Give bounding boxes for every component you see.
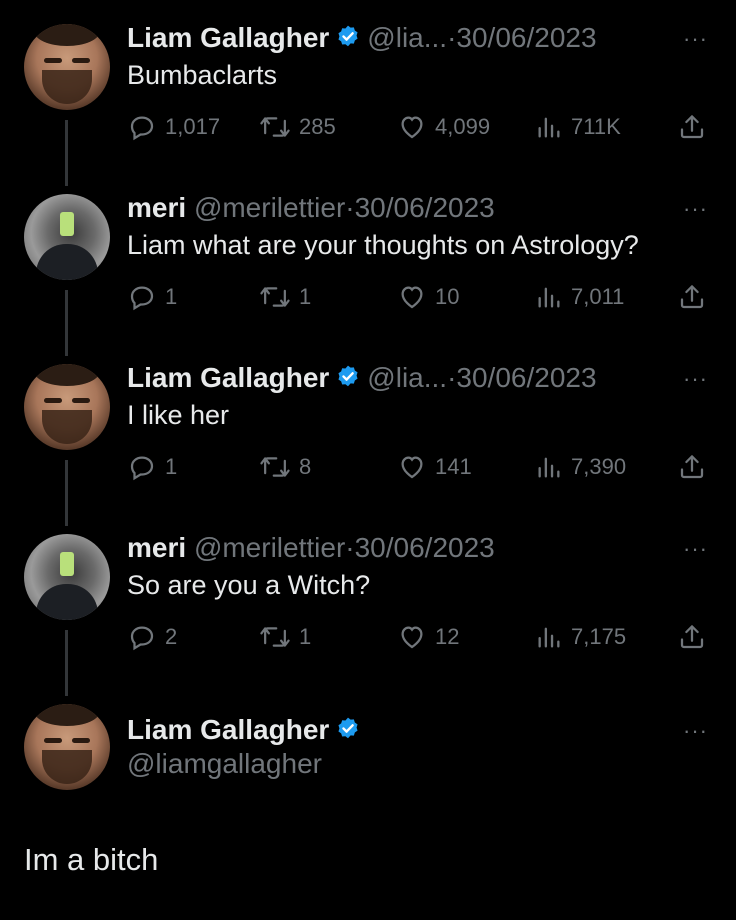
retweet-count: 1 bbox=[299, 284, 312, 309]
separator: · bbox=[345, 532, 355, 563]
retweet-button[interactable]: 8 bbox=[259, 452, 311, 482]
reply-icon bbox=[130, 456, 154, 481]
author-handle[interactable]: @liamgallagher bbox=[127, 748, 322, 779]
avatar[interactable] bbox=[24, 704, 110, 790]
tweet-text: Bumbaclarts bbox=[127, 60, 278, 90]
retweet-button[interactable]: 1 bbox=[259, 622, 311, 652]
views-button[interactable]: 7,175 bbox=[535, 622, 626, 652]
retweet-count: 285 bbox=[299, 114, 336, 139]
retweet-icon bbox=[260, 627, 290, 647]
share-icon bbox=[680, 455, 704, 479]
tweet-date[interactable]: 30/06/2023 bbox=[355, 192, 495, 223]
like-count: 141 bbox=[435, 454, 472, 479]
tweet[interactable]: meri @merilettier·30/06/2023 ··· So are … bbox=[0, 510, 736, 680]
main-tweet-text: Im a bitch bbox=[24, 842, 159, 877]
avatar[interactable] bbox=[24, 194, 110, 280]
author-handle[interactable]: @lia... bbox=[367, 362, 447, 393]
views-icon bbox=[538, 627, 560, 648]
like-count: 4,099 bbox=[435, 114, 491, 139]
like-count: 10 bbox=[435, 284, 460, 309]
avatar[interactable] bbox=[24, 534, 110, 620]
verified-badge-icon bbox=[335, 24, 361, 57]
views-button[interactable]: 7,011 bbox=[535, 282, 624, 312]
retweet-count: 8 bbox=[299, 454, 312, 479]
share-button[interactable] bbox=[677, 282, 707, 312]
author-handle[interactable]: @merilettier bbox=[194, 532, 345, 563]
more-icon[interactable]: ··· bbox=[683, 718, 708, 744]
tweet-date[interactable]: 30/06/2023 bbox=[355, 532, 495, 563]
more-icon[interactable]: ··· bbox=[683, 26, 708, 52]
like-button[interactable]: 10 bbox=[397, 282, 459, 312]
views-count: 7,175 bbox=[571, 624, 627, 649]
reply-count: 2 bbox=[165, 624, 178, 649]
views-button[interactable]: 7,390 bbox=[535, 452, 626, 482]
tweet-text: So are you a Witch? bbox=[127, 570, 371, 600]
tweet[interactable]: meri @merilettier·30/06/2023 ··· Liam wh… bbox=[0, 170, 736, 340]
like-button[interactable]: 4,099 bbox=[397, 112, 490, 142]
like-icon bbox=[401, 116, 423, 139]
tweet[interactable]: Liam Gallagher @lia...·30/06/2023 ··· I l… bbox=[0, 340, 736, 510]
reply-icon bbox=[130, 286, 154, 311]
tweet-date[interactable]: 30/06/2023 bbox=[456, 22, 596, 53]
retweet-button[interactable]: 1 bbox=[259, 282, 311, 312]
author-name[interactable]: Liam Gallagher bbox=[127, 714, 329, 745]
views-icon bbox=[538, 457, 560, 478]
views-count: 7,390 bbox=[571, 454, 627, 479]
separator: · bbox=[447, 22, 457, 53]
views-icon bbox=[538, 287, 560, 308]
author-name[interactable]: Liam Gallagher bbox=[127, 362, 329, 393]
views-count: 711K bbox=[571, 114, 621, 139]
share-icon bbox=[680, 285, 704, 309]
author-name[interactable]: Liam Gallagher bbox=[127, 22, 329, 53]
like-count: 12 bbox=[435, 624, 460, 649]
reply-button[interactable]: 1,017 bbox=[127, 112, 220, 142]
tweet-text: Liam what are your thoughts on Astrology… bbox=[127, 230, 639, 260]
author-handle[interactable]: @lia... bbox=[367, 22, 447, 53]
like-icon bbox=[401, 626, 423, 649]
views-icon bbox=[538, 117, 560, 138]
tweet-date[interactable]: 30/06/2023 bbox=[456, 362, 596, 393]
retweet-button[interactable]: 285 bbox=[259, 112, 336, 142]
share-icon bbox=[680, 625, 704, 649]
like-icon bbox=[401, 456, 423, 479]
reply-button[interactable]: 1 bbox=[127, 452, 177, 482]
retweet-icon bbox=[260, 457, 290, 477]
reply-icon bbox=[130, 626, 154, 651]
views-button[interactable]: 711K bbox=[535, 112, 621, 142]
retweet-icon bbox=[260, 117, 290, 137]
reply-count: 1 bbox=[165, 454, 178, 479]
share-button[interactable] bbox=[677, 622, 707, 652]
reply-count: 1 bbox=[165, 284, 178, 309]
retweet-icon bbox=[260, 287, 290, 307]
reply-button[interactable]: 1 bbox=[127, 282, 177, 312]
avatar[interactable] bbox=[24, 24, 110, 110]
like-button[interactable]: 141 bbox=[397, 452, 472, 482]
tweet[interactable]: Liam Gallagher @lia...·30/06/2023 ··· Bum… bbox=[0, 0, 736, 170]
avatar[interactable] bbox=[24, 364, 110, 450]
reply-count: 1,017 bbox=[165, 114, 221, 139]
share-button[interactable] bbox=[677, 112, 707, 142]
reply-icon bbox=[130, 116, 154, 141]
separator: · bbox=[447, 362, 457, 393]
author-name[interactable]: meri bbox=[127, 192, 186, 223]
more-icon[interactable]: ··· bbox=[683, 536, 708, 562]
main-tweet[interactable]: Liam Gallagher @liamgallagher ··· bbox=[0, 680, 736, 920]
more-icon[interactable]: ··· bbox=[683, 196, 708, 222]
verified-badge-icon bbox=[335, 716, 361, 749]
more-icon[interactable]: ··· bbox=[683, 366, 708, 392]
views-count: 7,011 bbox=[571, 284, 625, 309]
reply-button[interactable]: 2 bbox=[127, 622, 177, 652]
author-name[interactable]: meri bbox=[127, 532, 186, 563]
share-icon bbox=[680, 115, 704, 139]
separator: · bbox=[345, 192, 355, 223]
verified-badge-icon bbox=[335, 364, 361, 397]
like-icon bbox=[401, 286, 423, 309]
tweet-text: I like her bbox=[127, 400, 230, 430]
author-handle[interactable]: @merilettier bbox=[194, 192, 345, 223]
share-button[interactable] bbox=[677, 452, 707, 482]
like-button[interactable]: 12 bbox=[397, 622, 459, 652]
retweet-count: 1 bbox=[299, 624, 312, 649]
